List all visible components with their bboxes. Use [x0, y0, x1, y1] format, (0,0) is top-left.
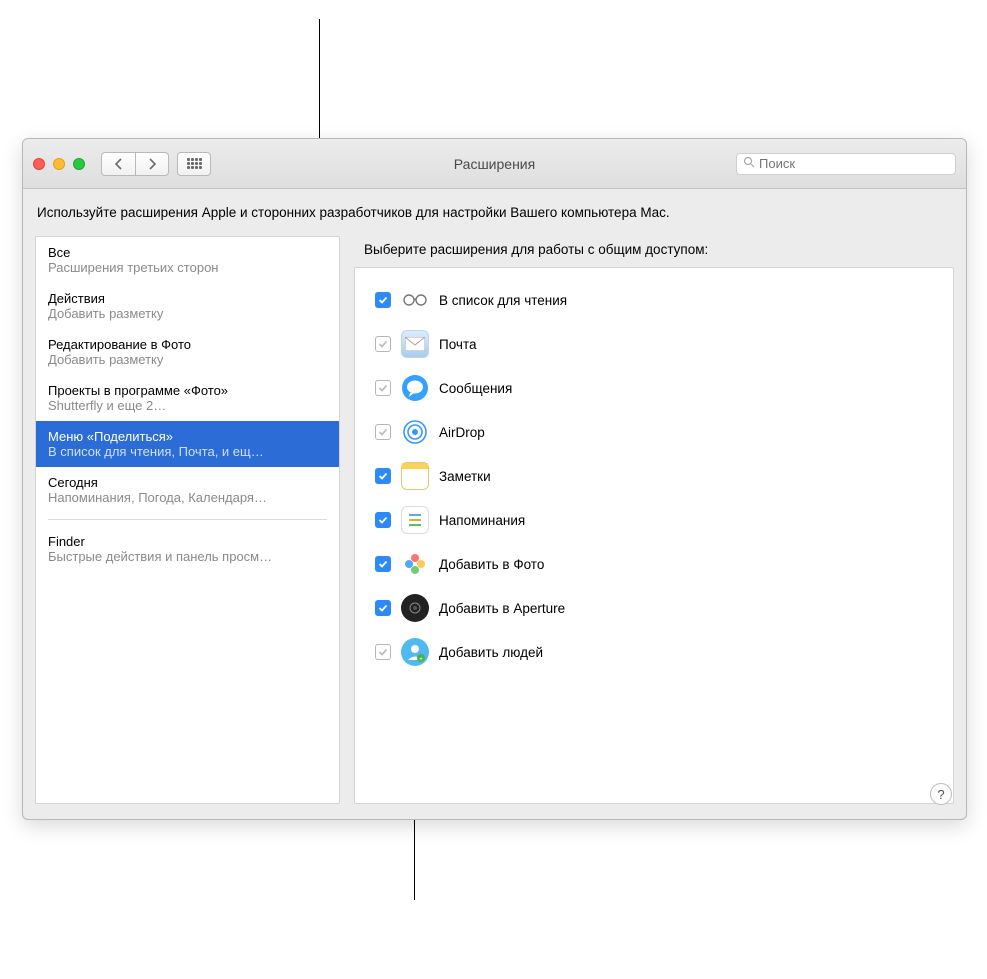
sidebar-item[interactable]: Редактирование в ФотоДобавить разметку: [36, 329, 339, 375]
main-header: Выберите расширения для работы с общим д…: [354, 236, 954, 267]
sidebar-item-title: Finder: [48, 534, 327, 549]
sidebar-item-title: Все: [48, 245, 327, 260]
extension-label: Заметки: [439, 469, 491, 484]
description-text: Используйте расширения Apple и сторонних…: [23, 189, 966, 236]
extension-row: Заметки: [375, 454, 933, 498]
extension-checkbox[interactable]: [375, 512, 391, 528]
extension-row: Сообщения: [375, 366, 933, 410]
preferences-window: Расширения Используйте расширения Apple …: [22, 138, 967, 820]
sidebar-item[interactable]: ДействияДобавить разметку: [36, 283, 339, 329]
extension-checkbox[interactable]: [375, 424, 391, 440]
sidebar-item-subtitle: Shutterfly и еще 2…: [48, 398, 327, 413]
extension-row: Добавить в Фото: [375, 542, 933, 586]
extension-row: Добавить в Aperture: [375, 586, 933, 630]
extension-label: Сообщения: [439, 381, 512, 396]
extension-row: AirDrop: [375, 410, 933, 454]
content-area: ВсеРасширения третьих сторонДействияДоба…: [23, 236, 966, 816]
extension-row: Напоминания: [375, 498, 933, 542]
sidebar-item-subtitle: Добавить разметку: [48, 306, 327, 321]
sidebar-item[interactable]: ВсеРасширения третьих сторон: [36, 237, 339, 283]
extension-label: В список для чтения: [439, 293, 567, 308]
sidebar-item[interactable]: FinderБыстрые действия и панель просм…: [36, 526, 339, 572]
extension-label: Добавить в Фото: [439, 557, 544, 572]
sidebar-item-title: Действия: [48, 291, 327, 306]
extension-checkbox[interactable]: [375, 600, 391, 616]
sidebar-divider: [48, 519, 327, 520]
sidebar-item-subtitle: Добавить разметку: [48, 352, 327, 367]
help-button[interactable]: ?: [930, 783, 952, 805]
main-panel: Выберите расширения для работы с общим д…: [354, 236, 954, 804]
extension-checkbox[interactable]: [375, 336, 391, 352]
extension-row: Почта: [375, 322, 933, 366]
extension-label: Напоминания: [439, 513, 525, 528]
extension-row: + Добавить людей: [375, 630, 933, 674]
sidebar-item-title: Меню «Поделиться»: [48, 429, 327, 444]
sidebar-item[interactable]: Проекты в программе «Фото»Shutterfly и е…: [36, 375, 339, 421]
sidebar-item-title: Проекты в программе «Фото»: [48, 383, 327, 398]
sidebar-item[interactable]: СегодняНапоминания, Погода, Календаря…: [36, 467, 339, 513]
sidebar-item-subtitle: Быстрые действия и панель просм…: [48, 549, 327, 564]
extension-checkbox[interactable]: [375, 644, 391, 660]
sidebar-item[interactable]: Меню «Поделиться»В список для чтения, По…: [36, 421, 339, 467]
sidebar-item-title: Редактирование в Фото: [48, 337, 327, 352]
extension-label: AirDrop: [439, 425, 485, 440]
sidebar-item-subtitle: В список для чтения, Почта, и ещ…: [48, 444, 327, 459]
svg-text:+: +: [419, 657, 423, 662]
sidebar-item-subtitle: Расширения третьих сторон: [48, 260, 327, 275]
extension-row: В список для чтения: [375, 278, 933, 322]
extension-checkbox[interactable]: [375, 556, 391, 572]
extension-checkbox[interactable]: [375, 380, 391, 396]
extension-label: Добавить людей: [439, 645, 543, 660]
extension-label: Добавить в Aperture: [439, 601, 565, 616]
window-title: Расширения: [23, 156, 966, 172]
extension-checkbox[interactable]: [375, 292, 391, 308]
sidebar-item-subtitle: Напоминания, Погода, Календаря…: [48, 490, 327, 505]
extension-label: Почта: [439, 337, 477, 352]
sidebar: ВсеРасширения третьих сторонДействияДоба…: [35, 236, 340, 804]
titlebar: Расширения: [23, 139, 966, 189]
extension-checkbox[interactable]: [375, 468, 391, 484]
glasses-icon: [401, 286, 429, 314]
sidebar-item-title: Сегодня: [48, 475, 327, 490]
extensions-list: В список для чтения Почта Сообщения AirDrop…: [354, 267, 954, 804]
